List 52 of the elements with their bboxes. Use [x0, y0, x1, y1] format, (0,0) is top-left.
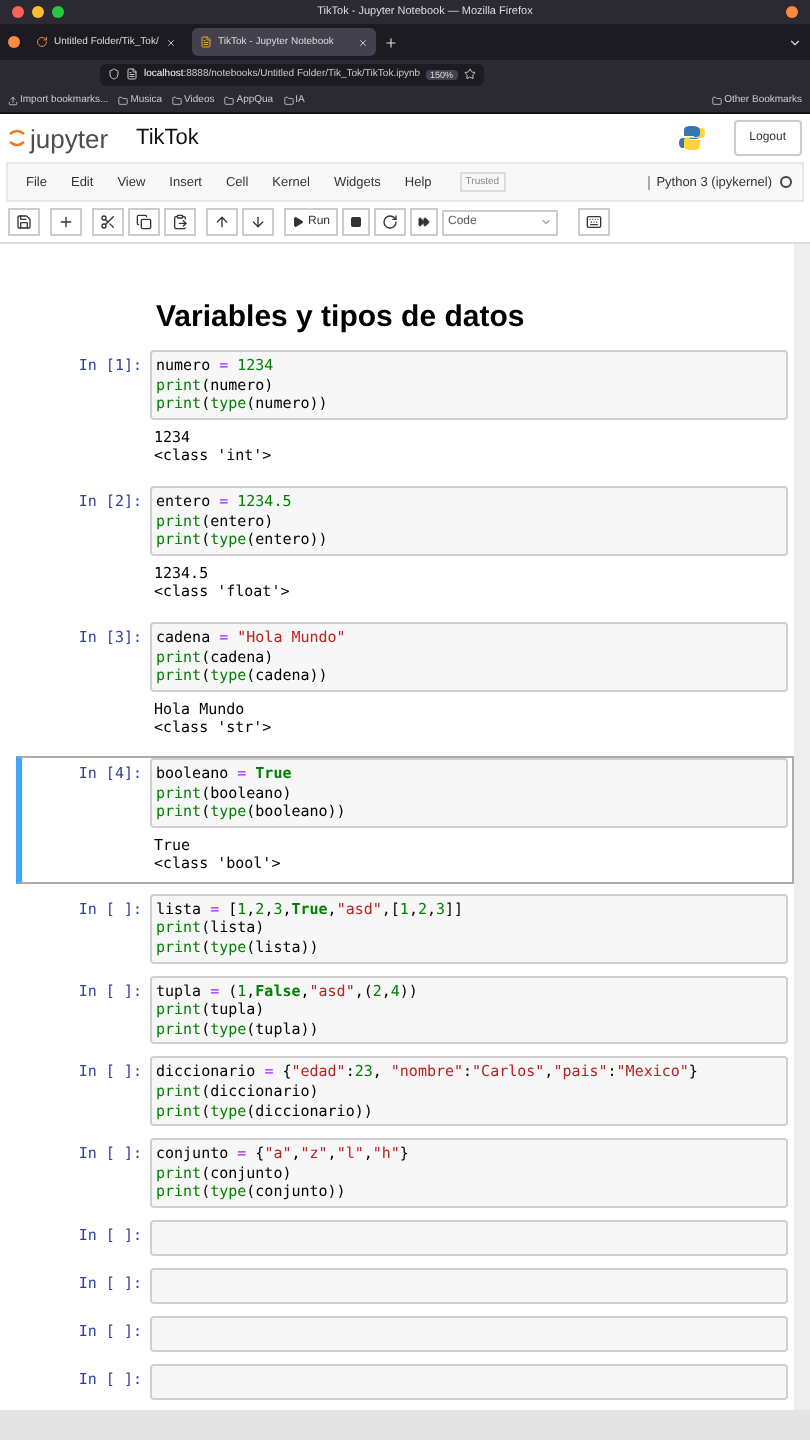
move-down-button[interactable]	[242, 208, 274, 236]
folder-icon	[118, 95, 129, 105]
chevron-down-icon	[540, 216, 553, 228]
paste-button[interactable]	[164, 208, 196, 236]
play-icon	[292, 216, 304, 228]
code-input[interactable]	[150, 1220, 788, 1256]
copy-icon	[136, 214, 152, 230]
plus-icon	[58, 214, 74, 230]
stop-button[interactable]	[342, 208, 371, 236]
fast-forward-icon	[418, 216, 431, 228]
cut-button[interactable]	[92, 208, 124, 236]
move-up-button[interactable]	[206, 208, 238, 236]
arrow-down-icon	[250, 214, 266, 230]
notebook-heading: Variables y tipos de datos	[156, 300, 527, 334]
copy-button[interactable]	[128, 208, 160, 236]
page-icon	[126, 68, 138, 80]
python-logo-icon	[677, 124, 706, 152]
folder-icon	[172, 95, 183, 105]
command-palette-button[interactable]	[578, 208, 611, 236]
keyboard-icon	[586, 214, 603, 230]
save-icon	[16, 214, 32, 230]
code-input[interactable]	[150, 1364, 788, 1400]
browser-menu-icon[interactable]	[8, 36, 20, 48]
restart-button[interactable]	[374, 208, 407, 236]
folder-icon	[712, 95, 723, 105]
notebook-title[interactable]: TikTok	[136, 126, 650, 150]
tab-list-icon[interactable]	[788, 35, 802, 49]
jupyter-logo[interactable]: jupyter	[8, 123, 109, 153]
notebook-icon	[200, 36, 212, 48]
shield-icon	[108, 68, 120, 80]
browser-logo-icon	[786, 6, 798, 18]
save-button[interactable]	[8, 208, 40, 236]
kernel-status-icon	[780, 176, 792, 188]
new-tab-icon[interactable]	[384, 35, 398, 49]
close-window-icon[interactable]	[12, 6, 24, 18]
import-icon	[8, 95, 18, 105]
maximize-window-icon[interactable]	[52, 6, 64, 18]
arrow-up-icon	[214, 214, 230, 230]
orbit-icon	[8, 128, 26, 148]
run-all-button[interactable]	[410, 208, 439, 236]
minimize-window-icon[interactable]	[32, 6, 44, 18]
loading-icon	[36, 36, 48, 48]
stop-icon	[350, 216, 363, 228]
insert-cell-button[interactable]	[50, 208, 82, 236]
code-input[interactable]	[150, 1316, 788, 1352]
scissors-icon	[100, 214, 116, 230]
folder-icon	[224, 95, 235, 105]
restart-icon	[382, 214, 399, 230]
folder-icon	[283, 95, 294, 105]
paste-icon	[172, 214, 188, 230]
bookmark-star-icon[interactable]	[463, 68, 476, 80]
code-input[interactable]	[150, 1268, 788, 1304]
